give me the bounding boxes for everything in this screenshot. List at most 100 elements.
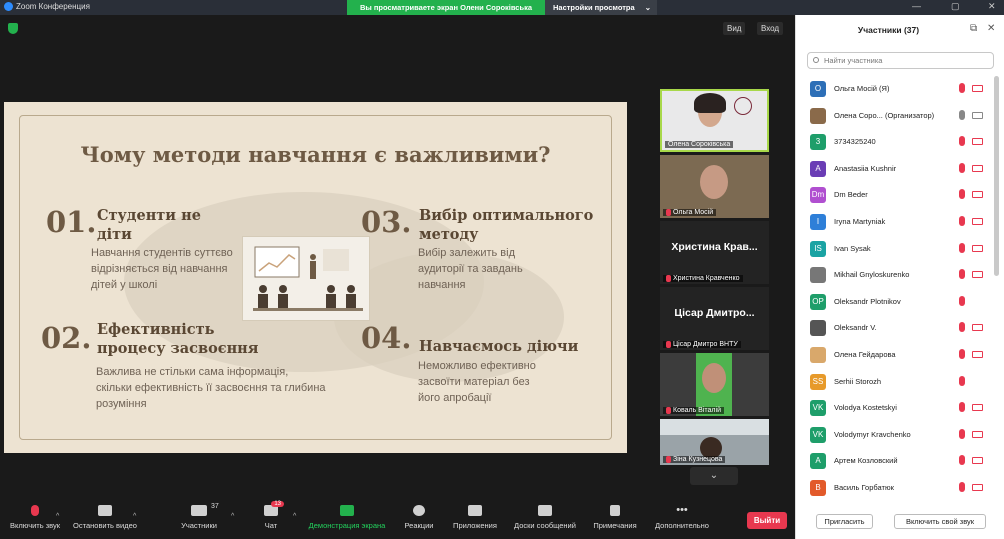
view-button[interactable]: Вид: [723, 22, 746, 35]
close-panel-icon[interactable]: ✕: [987, 23, 995, 34]
thumbnail-name: Олена Сороківська: [665, 141, 734, 148]
chevron-up-icon[interactable]: ^: [231, 513, 234, 520]
popout-icon[interactable]: ⧉: [970, 23, 977, 34]
mic-muted-icon: [959, 348, 965, 359]
participant-row[interactable]: Олена Сорo... (Организатор): [796, 103, 997, 130]
participants-button[interactable]: 37 Участники: [164, 503, 234, 530]
leave-button[interactable]: Выйти: [747, 512, 787, 529]
mic-muted-icon: [31, 505, 39, 516]
chat-badge: 13: [271, 501, 284, 507]
participant-row[interactable]: Oleksandr V.: [796, 315, 997, 342]
video-thumbnail[interactable]: Зіна Кузнецова: [660, 419, 769, 465]
share-screen-icon: [340, 505, 354, 516]
participant-list-scrollbar[interactable]: [994, 76, 999, 276]
participant-name: Ivan Sysak: [834, 243, 871, 253]
share-banner: Вы просматриваете экран Олени Сороківськ…: [347, 0, 545, 15]
participant-row[interactable]: A Артем Козловский: [796, 448, 997, 475]
exit-fullscreen-button[interactable]: Вход: [757, 22, 784, 35]
thumbnail-big-name: Цісар Дмитро...: [674, 307, 755, 319]
shield-icon[interactable]: [8, 23, 18, 34]
participant-row[interactable]: Олена Гейдарова: [796, 342, 997, 369]
participant-row[interactable]: OP Oleksandr Plotnikov: [796, 289, 997, 316]
notes-label: Примечания: [593, 521, 637, 530]
mic-muted-icon: [666, 275, 671, 282]
video-thumbnail[interactable]: Коваль Віталій: [660, 353, 769, 416]
participant-row[interactable]: VK Volodya Kostetskyi: [796, 395, 997, 422]
participant-row[interactable]: Mikhail Gnyloskurenko: [796, 262, 997, 289]
meeting-toolbar: Включить звук ^ Остановить видео ^ 37 Уч…: [0, 500, 795, 539]
classroom-illustration: [242, 236, 370, 321]
participant-row[interactable]: 3 3734325240: [796, 129, 997, 156]
avatar: I: [810, 213, 826, 230]
participant-name: Volodymyr Kravchenko: [834, 429, 911, 439]
participant-row[interactable]: A Anastasiia Kushnir: [796, 156, 997, 183]
mic-muted-icon: [666, 341, 671, 348]
participant-name: Артем Козловский: [834, 456, 898, 466]
mic-muted-icon: [959, 242, 965, 253]
camera-off-icon: [972, 483, 983, 491]
unmute-button[interactable]: Включить звук: [0, 505, 70, 530]
participant-row[interactable]: О Ольга Мосій (Я): [796, 76, 997, 103]
close-icon[interactable]: ✕: [988, 1, 996, 12]
video-thumbnail[interactable]: Ольга Мосій: [660, 155, 769, 218]
participant-name: Олена Сорo... (Организатор): [834, 110, 935, 120]
unmute-self-button[interactable]: Включить свой звук: [894, 514, 986, 529]
name-thumbnail[interactable]: Христина Крав... Христина Кравченко: [660, 221, 769, 284]
participant-name: Ольга Мосій (Я): [834, 84, 890, 93]
share-screen-button[interactable]: Демонстрация экрана: [302, 505, 392, 530]
camera-icon: [972, 111, 983, 119]
camera-off-icon: [972, 457, 983, 465]
participant-name: Олена Гейдарова: [834, 349, 896, 359]
ceiling-background: [660, 419, 769, 435]
share-screen-label: Демонстрация экрана: [308, 521, 386, 530]
reactions-label: Реакции: [404, 521, 434, 530]
notes-button[interactable]: Примечания: [580, 505, 650, 530]
section-number: 04.: [361, 321, 412, 355]
participant-row[interactable]: Dm Dm Beder: [796, 182, 997, 209]
participants-label: Участники: [181, 521, 217, 530]
participant-row[interactable]: I Iryna Martyniak: [796, 209, 997, 236]
maximize-icon[interactable]: ▢: [951, 1, 960, 12]
more-button[interactable]: ••• Дополнительно: [646, 505, 718, 531]
mic-muted-icon: [959, 162, 965, 173]
camera-off-icon: [972, 430, 983, 438]
avatar: [810, 107, 826, 124]
avatar: IS: [810, 240, 826, 257]
chevron-up-icon[interactable]: ^: [56, 513, 59, 520]
search-icon: [813, 57, 819, 63]
participant-search-input[interactable]: Найти участника: [807, 52, 994, 69]
chevron-up-icon[interactable]: ^: [133, 513, 136, 520]
section-body: Неможливо ефективно засвоїти матеріал бе…: [418, 360, 536, 404]
participant-list: О Ольга Мосій (Я) Олена Сорo... (Организат…: [796, 76, 997, 502]
name-thumbnail[interactable]: Цісар Дмитро... Цісар Дмитро ВНТУ: [660, 287, 769, 350]
whiteboards-button[interactable]: Доски сообщений: [504, 505, 586, 530]
participant-face: [702, 363, 726, 393]
shared-slide: Чому методи навчання є важливими? 01. Ст…: [4, 102, 627, 453]
video-thumbnail[interactable]: Олена Сороківська: [660, 89, 769, 152]
participant-row[interactable]: SS Serhii Storozh: [796, 369, 997, 396]
unmute-label: Включить звук: [9, 521, 61, 530]
chat-label: Чат: [264, 521, 278, 530]
participant-row[interactable]: VK Volodymyr Kravchenko: [796, 422, 997, 449]
stop-video-button[interactable]: Остановить видео: [70, 505, 140, 530]
avatar: A: [810, 160, 826, 177]
stop-video-label: Остановить видео: [73, 521, 137, 530]
mic-muted-icon: [959, 322, 965, 333]
section-body: Навчання студентів суттєво відрізняється…: [91, 247, 233, 291]
thumbnail-name: Цісар Дмитро ВНТУ: [663, 341, 741, 348]
apps-button[interactable]: Приложения: [440, 505, 510, 530]
section-body: Вибір залежить від аудиторії та завдань …: [418, 247, 523, 291]
minimize-icon[interactable]: —: [912, 1, 921, 11]
panel-title: Участники (37): [857, 25, 920, 35]
participant-row[interactable]: B Василь Горбатюк: [796, 475, 997, 502]
camera-off-icon: [972, 271, 983, 279]
participant-row[interactable]: IS Ivan Sysak: [796, 236, 997, 263]
view-options-button[interactable]: Настройки просмотра ⌄: [545, 0, 657, 15]
avatar: О: [810, 81, 826, 97]
invite-button[interactable]: Пригласить: [816, 514, 873, 529]
participant-name: Mikhail Gnyloskurenko: [834, 270, 910, 280]
section-body: Важлива не стільки сама інформація, скіл…: [96, 366, 326, 410]
chevron-up-icon[interactable]: ^: [293, 513, 296, 520]
participant-name: 3734325240: [834, 137, 876, 147]
thumbnails-scroll-down-button[interactable]: ⌄: [690, 467, 738, 485]
